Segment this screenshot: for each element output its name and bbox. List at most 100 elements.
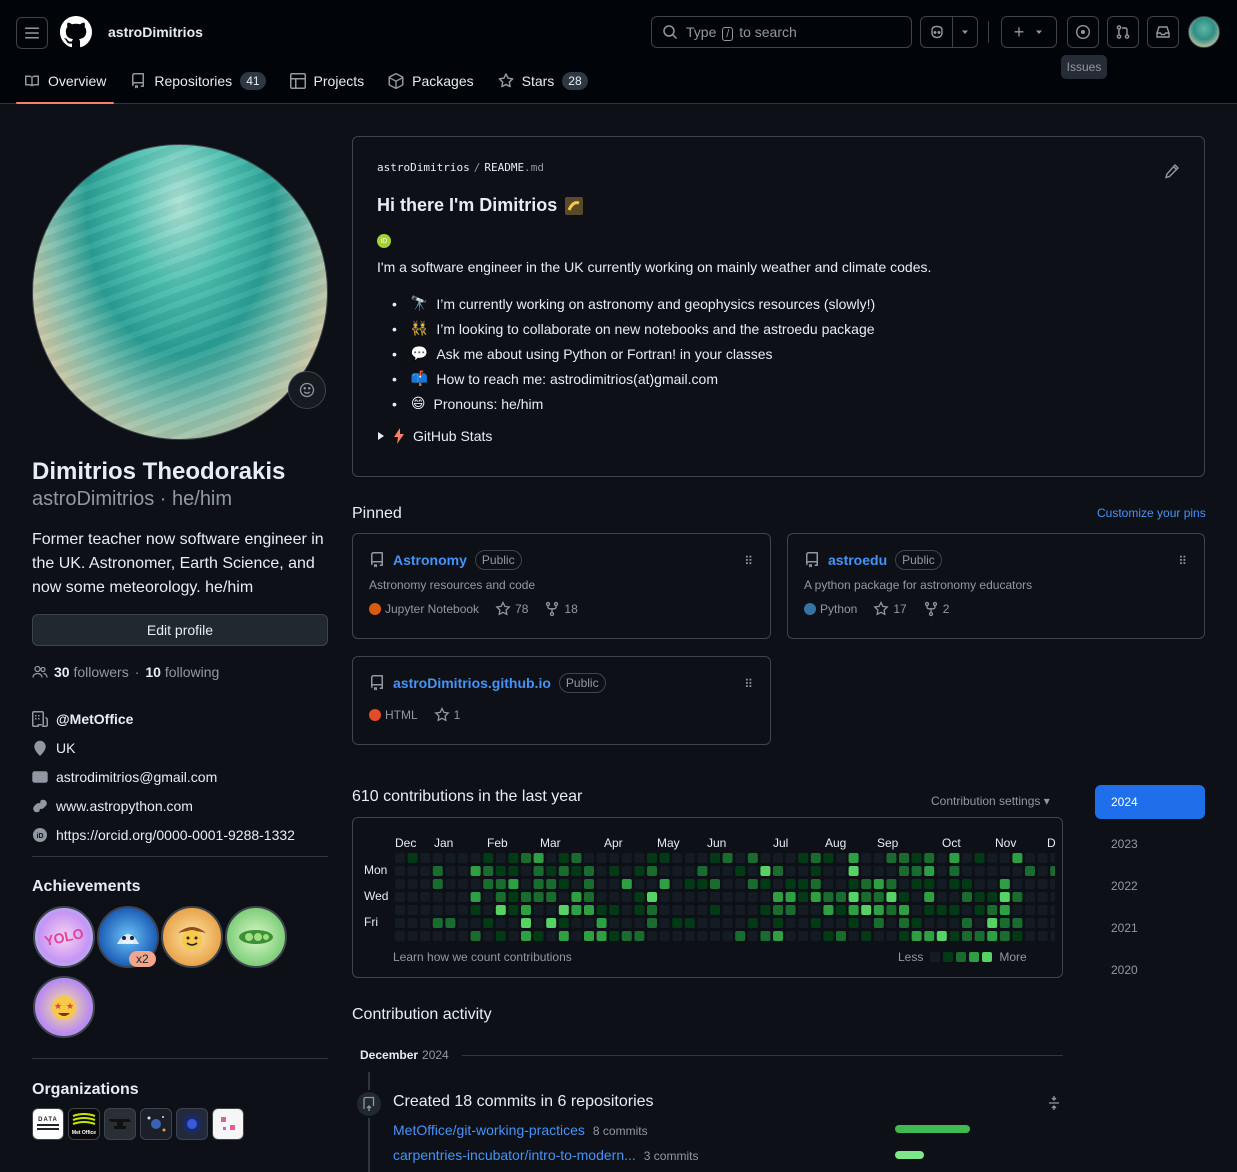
contribution-day-cell[interactable] bbox=[710, 905, 720, 915]
create-new-button[interactable]: + bbox=[1001, 16, 1057, 48]
contribution-day-cell[interactable] bbox=[886, 905, 897, 915]
contribution-day-cell[interactable] bbox=[458, 931, 468, 941]
contribution-day-cell[interactable] bbox=[495, 866, 506, 876]
contribution-day-cell[interactable] bbox=[974, 866, 985, 876]
activity-repo-link[interactable]: MetOffice/git-working-practices bbox=[393, 1122, 585, 1138]
contribution-day-cell[interactable] bbox=[483, 853, 494, 863]
contribution-day-cell[interactable] bbox=[798, 879, 809, 889]
contribution-day-cell[interactable] bbox=[1037, 866, 1048, 876]
contribution-day-cell[interactable] bbox=[936, 853, 947, 863]
contribution-day-cell[interactable] bbox=[899, 866, 909, 876]
commit-count-link[interactable]: 3 commits bbox=[644, 1149, 699, 1163]
contribution-day-cell[interactable] bbox=[407, 866, 418, 876]
contribution-day-cell[interactable] bbox=[684, 918, 695, 928]
contribution-day-cell[interactable] bbox=[886, 892, 897, 902]
contribution-day-cell[interactable] bbox=[899, 931, 909, 941]
contribution-day-cell[interactable] bbox=[735, 905, 746, 915]
contribution-day-cell[interactable] bbox=[596, 892, 607, 902]
contribution-day-cell[interactable] bbox=[810, 866, 821, 876]
contribution-day-cell[interactable] bbox=[697, 905, 708, 915]
chevron-down-icon[interactable] bbox=[953, 17, 977, 47]
contribution-day-cell[interactable] bbox=[584, 931, 594, 941]
contribution-day-cell[interactable] bbox=[924, 905, 935, 915]
contribution-day-cell[interactable] bbox=[722, 931, 733, 941]
contribution-day-cell[interactable] bbox=[659, 931, 670, 941]
contribution-day-cell[interactable] bbox=[773, 892, 783, 902]
contribution-day-cell[interactable] bbox=[621, 905, 632, 915]
set-status-button[interactable] bbox=[288, 371, 326, 409]
contribution-day-cell[interactable] bbox=[1050, 853, 1055, 863]
contribution-day-cell[interactable] bbox=[760, 918, 771, 928]
contribution-day-cell[interactable] bbox=[621, 853, 632, 863]
contribution-day-cell[interactable] bbox=[848, 853, 859, 863]
contribution-day-cell[interactable] bbox=[836, 853, 846, 863]
yolo-achievement-badge[interactable]: YOLO bbox=[33, 906, 95, 968]
contribution-day-cell[interactable] bbox=[848, 866, 859, 876]
contribution-day-cell[interactable] bbox=[747, 892, 758, 902]
contribution-day-cell[interactable] bbox=[546, 853, 557, 863]
contribution-day-cell[interactable] bbox=[924, 879, 935, 889]
contribution-day-cell[interactable] bbox=[710, 892, 720, 902]
contribution-day-cell[interactable] bbox=[999, 931, 1010, 941]
contribution-day-cell[interactable] bbox=[458, 892, 468, 902]
contribution-day-cell[interactable] bbox=[886, 918, 897, 928]
pair-extraordinaire-achievement-badge[interactable] bbox=[225, 906, 287, 968]
contribution-day-cell[interactable] bbox=[458, 853, 468, 863]
contribution-day-cell[interactable] bbox=[483, 905, 494, 915]
contribution-day-cell[interactable] bbox=[987, 905, 998, 915]
contribution-day-cell[interactable] bbox=[810, 918, 821, 928]
forks-link[interactable]: 18 bbox=[544, 601, 578, 617]
contribution-day-cell[interactable] bbox=[999, 853, 1010, 863]
contribution-day-cell[interactable] bbox=[962, 931, 972, 941]
contribution-day-cell[interactable] bbox=[836, 879, 846, 889]
contribution-day-cell[interactable] bbox=[546, 892, 557, 902]
contribution-day-cell[interactable] bbox=[521, 892, 531, 902]
readme-owner[interactable]: astroDimitrios bbox=[377, 161, 470, 174]
contribution-day-cell[interactable] bbox=[710, 931, 720, 941]
fold-icon[interactable] bbox=[1046, 1095, 1062, 1114]
contribution-day-cell[interactable] bbox=[634, 853, 645, 863]
contribution-day-cell[interactable] bbox=[432, 879, 443, 889]
contribution-day-cell[interactable] bbox=[1025, 905, 1035, 915]
contribution-day-cell[interactable] bbox=[470, 879, 481, 889]
contribution-day-cell[interactable] bbox=[420, 892, 431, 902]
contribution-day-cell[interactable] bbox=[521, 918, 531, 928]
contribution-day-cell[interactable] bbox=[873, 892, 884, 902]
tab-stars[interactable]: Stars 28 bbox=[490, 62, 596, 100]
contribution-day-cell[interactable] bbox=[848, 879, 859, 889]
contribution-day-cell[interactable] bbox=[924, 853, 935, 863]
contribution-day-cell[interactable] bbox=[495, 879, 506, 889]
contribution-day-cell[interactable] bbox=[672, 879, 683, 889]
contribution-day-cell[interactable] bbox=[634, 866, 645, 876]
contribution-day-cell[interactable] bbox=[533, 918, 544, 928]
contribution-day-cell[interactable] bbox=[1025, 931, 1035, 941]
contribution-day-cell[interactable] bbox=[584, 918, 594, 928]
contribution-day-cell[interactable] bbox=[924, 918, 935, 928]
drag-handle-icon[interactable]: ⠿ bbox=[1178, 554, 1188, 568]
contribution-day-cell[interactable] bbox=[647, 866, 657, 876]
customize-pins-link[interactable]: Customize your pins bbox=[1097, 506, 1206, 520]
contribution-day-cell[interactable] bbox=[760, 931, 771, 941]
contribution-day-cell[interactable] bbox=[483, 879, 494, 889]
contribution-day-cell[interactable] bbox=[533, 931, 544, 941]
drag-handle-icon[interactable]: ⠿ bbox=[744, 554, 754, 568]
contribution-day-cell[interactable] bbox=[747, 931, 758, 941]
contribution-day-cell[interactable] bbox=[899, 879, 909, 889]
contribution-day-cell[interactable] bbox=[495, 892, 506, 902]
year-button[interactable]: 2021 bbox=[1095, 911, 1205, 945]
contribution-day-cell[interactable] bbox=[836, 905, 846, 915]
forks-link[interactable]: 2 bbox=[923, 601, 949, 617]
contribution-day-cell[interactable] bbox=[1050, 892, 1055, 902]
contribution-day-cell[interactable] bbox=[508, 853, 519, 863]
contribution-day-cell[interactable] bbox=[634, 879, 645, 889]
contribution-day-cell[interactable] bbox=[722, 918, 733, 928]
contribution-day-cell[interactable] bbox=[483, 866, 494, 876]
contribution-day-cell[interactable] bbox=[798, 892, 809, 902]
contribution-day-cell[interactable] bbox=[823, 879, 834, 889]
contribution-day-cell[interactable] bbox=[962, 905, 972, 915]
contribution-day-cell[interactable] bbox=[873, 918, 884, 928]
contribution-day-cell[interactable] bbox=[420, 905, 431, 915]
contribution-day-cell[interactable] bbox=[722, 905, 733, 915]
contribution-day-cell[interactable] bbox=[760, 853, 771, 863]
contribution-day-cell[interactable] bbox=[848, 892, 859, 902]
